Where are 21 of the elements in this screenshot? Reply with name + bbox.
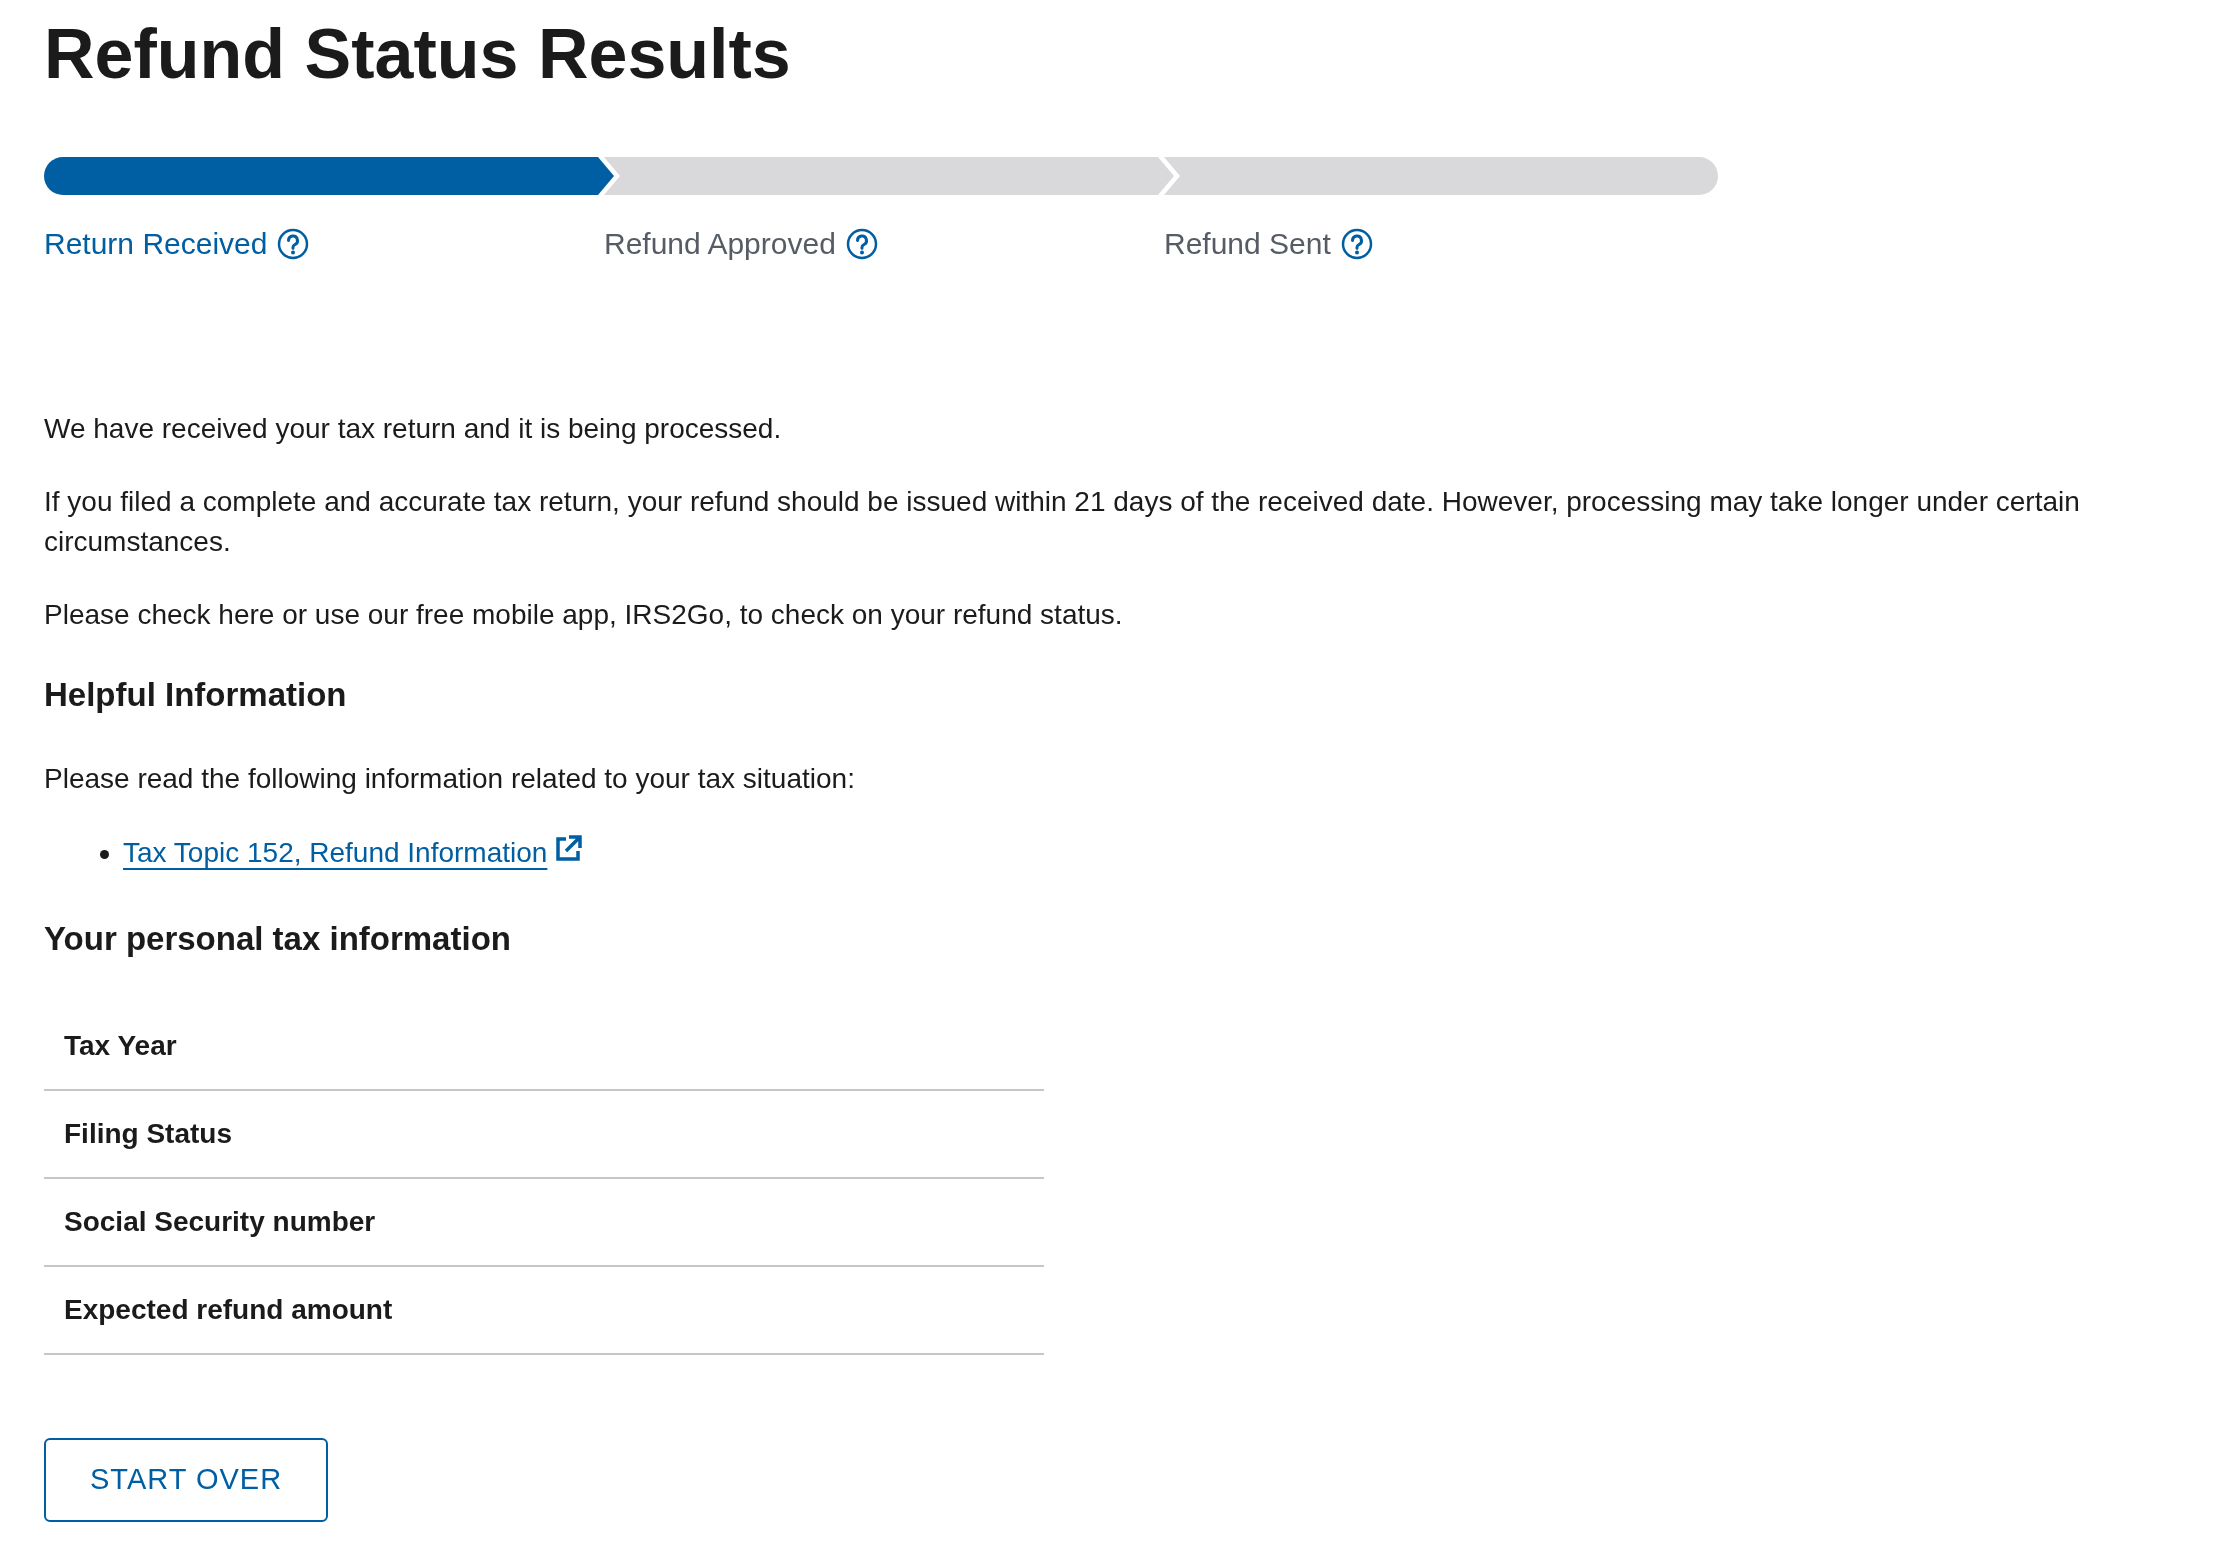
intro-text: Please read the following information related to your tax situation: (44, 761, 856, 796)
message-text: Please check here or use our free mobile app, IRS2Go, to check on your refund status. (44, 597, 1124, 632)
table-row-label: Social Security number (44, 1179, 1044, 1268)
help-icon[interactable] (1340, 227, 1373, 260)
bullet-icon (100, 849, 109, 859)
table-row-label: Filing Status (44, 1091, 1044, 1180)
step-label: Return Received (44, 226, 268, 262)
help-icon[interactable] (277, 227, 310, 260)
message-text: We have received your tax return and it is being processed. (44, 412, 783, 446)
start-over-button[interactable]: START OVER (44, 1438, 329, 1522)
step-label: Refund Approved (604, 226, 836, 262)
table-row-label: Tax Year (44, 1003, 1044, 1092)
section-heading: Your personal tax information (44, 918, 512, 959)
message-text: If you filed a complete and accurate tax return, your refund should be issued within 21 days of the received date. However, processing may take longer under certain circumstances. (44, 484, 2081, 560)
step-label: Refund Sent (1164, 226, 1331, 262)
info-link[interactable]: Tax Topic 152, Refund Information (123, 836, 548, 868)
help-icon[interactable] (845, 227, 878, 260)
section-heading: Helpful Information (44, 675, 348, 715)
external-link-icon (553, 833, 584, 864)
page-title: Refund Status Results (44, 14, 792, 95)
table-row-label: Expected refund amount (44, 1267, 1044, 1356)
